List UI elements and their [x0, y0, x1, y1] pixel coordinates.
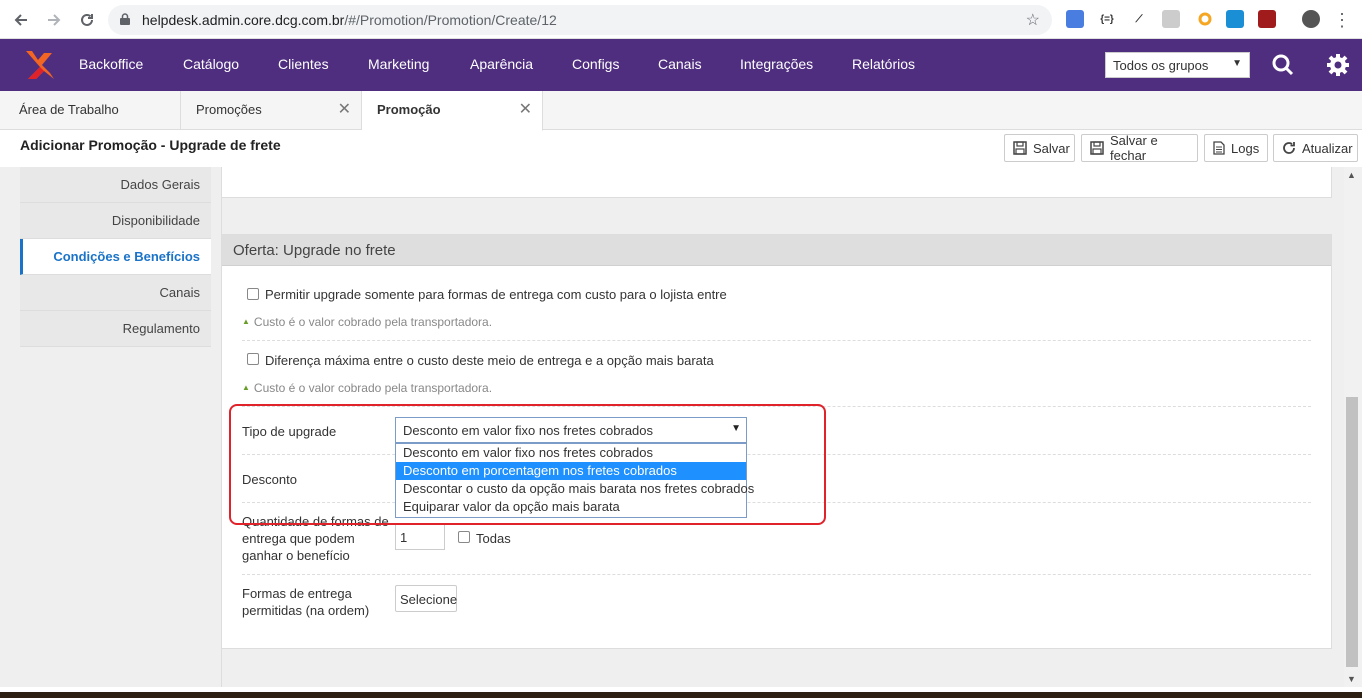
offer-header: Oferta: Upgrade no frete	[222, 235, 1331, 266]
extension-icon[interactable]	[1196, 10, 1214, 28]
sidebar-item-canais[interactable]: Canais	[20, 275, 211, 311]
json-extension-icon[interactable]: {=}	[1098, 10, 1116, 28]
cost-range-label: Permitir upgrade somente para formas de …	[265, 287, 727, 302]
all-checkbox[interactable]	[458, 531, 470, 543]
floppy-icon	[1090, 141, 1104, 155]
tab-promocoes[interactable]: Promoções ✕	[181, 91, 362, 130]
tab-area-de-trabalho[interactable]: Área de Trabalho	[0, 91, 181, 130]
nav-clientes[interactable]: Clientes	[278, 56, 329, 72]
max-diff-label: Diferença máxima entre o custo deste mei…	[265, 353, 714, 368]
refresh-icon	[1283, 142, 1295, 154]
tab-label: Promoção	[377, 102, 441, 117]
nav-relatorios[interactable]: Relatórios	[852, 56, 915, 72]
methods-label-line: Formas de entrega	[242, 586, 352, 601]
logs-button[interactable]: Logs	[1204, 134, 1268, 162]
address-bar[interactable]: helpdesk.admin.core.dcg.com.br/#/Promoti…	[108, 5, 1052, 35]
save-label: Salvar	[1033, 140, 1070, 156]
divider	[242, 340, 1311, 341]
url-text: helpdesk.admin.core.dcg.com.br/#/Promoti…	[142, 12, 557, 28]
sidebar-item-dados-gerais[interactable]: Dados Gerais	[20, 167, 211, 203]
reload-icon[interactable]	[75, 8, 99, 32]
all-label: Todas	[476, 531, 511, 546]
tab-bar: Área de Trabalho Promoções ✕ Promoção ✕	[0, 91, 1362, 131]
nav-configs[interactable]: Configs	[572, 56, 619, 72]
sidebar-item-label: Disponibilidade	[111, 213, 200, 228]
triangle-up-icon: ▲	[242, 317, 250, 326]
sidebar-item-label: Dados Gerais	[120, 177, 200, 192]
close-icon[interactable]: ✕	[338, 99, 351, 119]
nav-catalogo[interactable]: Catálogo	[183, 56, 239, 72]
scroll-up-icon[interactable]: ▲	[1347, 170, 1356, 180]
refresh-label: Atualizar	[1302, 140, 1353, 156]
document-icon	[1213, 141, 1225, 155]
sidebar-item-label: Regulamento	[122, 321, 200, 336]
tab-label: Área de Trabalho	[19, 102, 119, 117]
scroll-down-icon[interactable]: ▼	[1347, 674, 1356, 684]
nav-aparencia[interactable]: Aparência	[470, 56, 533, 72]
logs-label: Logs	[1231, 140, 1260, 156]
cost-hint-2: ▲ Custo é o valor cobrado pela transporta…	[242, 381, 492, 395]
qty-label-line: ganhar o benefício	[242, 548, 350, 563]
taskbar-edge	[0, 692, 1362, 698]
hint-text: Custo é o valor cobrado pela transportad…	[253, 315, 493, 329]
browser-menu-icon[interactable]: ⋮	[1330, 8, 1354, 32]
back-icon[interactable]	[9, 8, 33, 32]
forward-icon[interactable]	[42, 8, 66, 32]
divider	[242, 574, 1311, 575]
sidebar-item-disponibilidade[interactable]: Disponibilidade	[20, 203, 211, 239]
extension-icon[interactable]	[1258, 10, 1276, 28]
hint-text: Custo é o valor cobrado pela transportad…	[253, 381, 493, 395]
cost-hint-1: ▲ Custo é o valor cobrado pela transporta…	[242, 315, 492, 329]
section-sidebar: Dados Gerais Disponibilidade Condições e…	[20, 167, 211, 347]
methods-label-line: permitidas (na ordem)	[242, 603, 370, 618]
page-title: Adicionar Promoção - Upgrade de frete	[20, 137, 281, 153]
lock-icon	[120, 13, 130, 25]
qty-label-line: entrega que podem	[242, 531, 355, 546]
nav-marketing[interactable]: Marketing	[368, 56, 429, 72]
max-diff-checkbox[interactable]	[247, 353, 259, 365]
nav-backoffice[interactable]: Backoffice	[79, 56, 143, 72]
nav-integracoes[interactable]: Integrações	[740, 56, 813, 72]
extension-icon[interactable]	[1066, 10, 1084, 28]
methods-label: Formas de entrega permitidas (na ordem)	[242, 585, 369, 619]
nav-canais[interactable]: Canais	[658, 56, 702, 72]
save-close-label: Salvar e fechar	[1110, 133, 1158, 163]
app-navbar: Backoffice Catálogo Clientes Marketing A…	[0, 39, 1362, 91]
group-select-value: Todos os grupos	[1113, 58, 1209, 73]
search-icon[interactable]	[1270, 52, 1296, 78]
floppy-icon	[1013, 141, 1027, 155]
extension-icon[interactable]	[1226, 10, 1244, 28]
sidebar-item-condicoes-beneficios[interactable]: Condições e Benefícios	[20, 239, 211, 275]
annotation-highlight-box	[229, 404, 826, 525]
sidebar-item-regulamento[interactable]: Regulamento	[20, 311, 211, 347]
sidebar-item-label: Condições e Benefícios	[53, 249, 200, 264]
qty-input[interactable]: 1	[395, 524, 445, 550]
refresh-button[interactable]: Atualizar	[1273, 134, 1358, 162]
tab-label: Promoções	[196, 102, 262, 117]
save-close-button[interactable]: Salvar e fechar	[1081, 133, 1198, 163]
close-icon[interactable]: ✕	[519, 99, 532, 119]
save-button[interactable]: Salvar	[1004, 134, 1075, 162]
tab-promocao[interactable]: Promoção ✕	[362, 91, 543, 131]
scrollbar-thumb[interactable]	[1346, 397, 1358, 667]
group-select[interactable]: Todos os grupos ▼	[1105, 52, 1250, 78]
triangle-up-icon: ▲	[242, 383, 250, 392]
sidebar-item-label: Canais	[159, 285, 200, 300]
chevron-down-icon: ▼	[1232, 58, 1242, 69]
brand-logo[interactable]	[22, 47, 58, 83]
profile-avatar[interactable]	[1302, 10, 1320, 28]
extension-icon[interactable]: ⟋	[1130, 10, 1148, 28]
extension-icon[interactable]	[1162, 10, 1180, 28]
cost-range-checkbox[interactable]	[247, 288, 259, 300]
previous-section-box	[221, 167, 1332, 198]
bookmark-star-icon[interactable]: ☆	[1026, 10, 1040, 30]
gear-icon[interactable]	[1325, 52, 1351, 78]
select-methods-button[interactable]: Selecione	[395, 585, 457, 612]
browser-toolbar: helpdesk.admin.core.dcg.com.br/#/Promoti…	[0, 0, 1362, 39]
